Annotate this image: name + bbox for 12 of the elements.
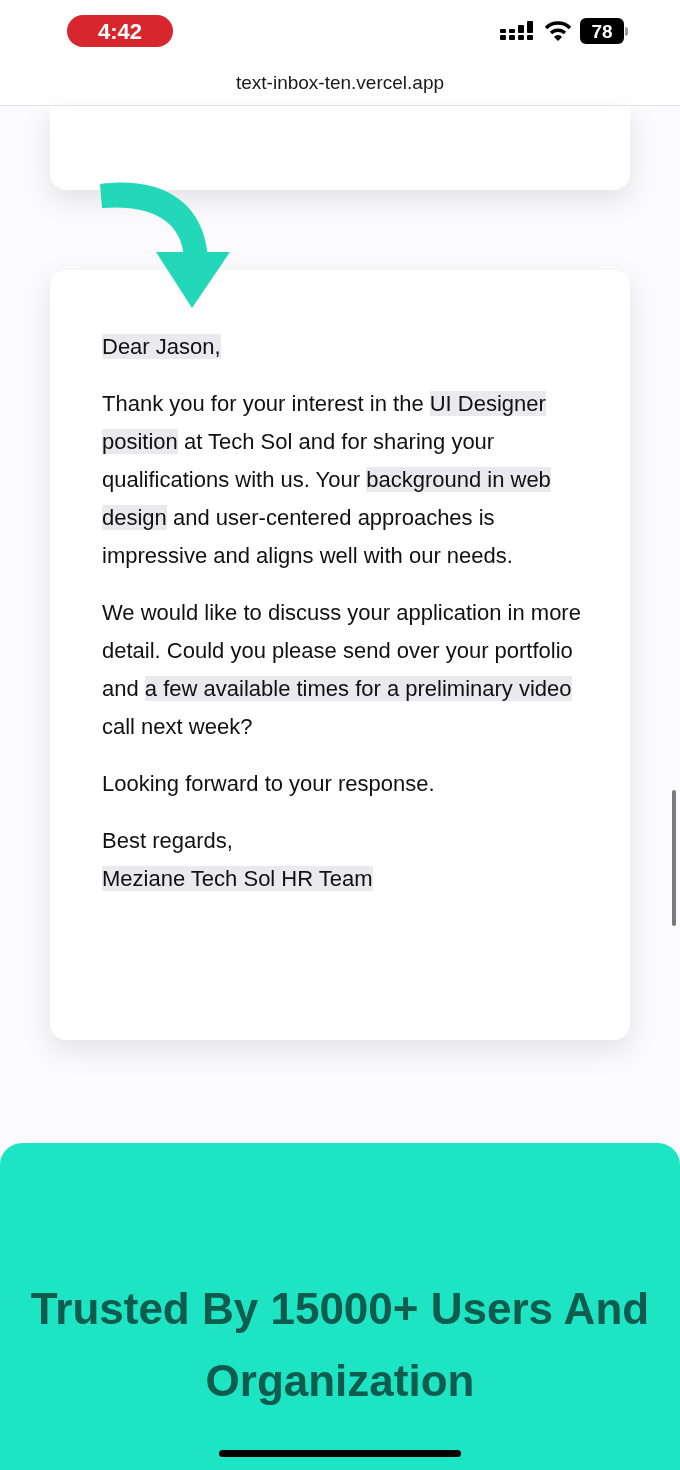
curved-arrow-icon: [100, 180, 232, 310]
letter-paragraph: Looking forward to your response.: [102, 770, 436, 798]
letter-paragraph: Best regards,: [102, 827, 234, 855]
wifi-icon: [544, 21, 572, 41]
letter-paragraph: Dear Jason,: [102, 333, 222, 361]
url-text[interactable]: text-inbox-ten.vercel.app: [235, 69, 445, 98]
status-time: 4:42: [67, 15, 173, 47]
letter-paragraph: Meziane Tech Sol HR Team: [102, 865, 374, 893]
signal-icon: [500, 21, 536, 41]
banner-heading: Trusted By 15000+ Users And Organization: [29, 1283, 651, 1407]
letter-paragraph: Thank you for your interest in the UI Designer position at Tech Sol and for sharing your qualifications with us. Your background in web design and user-centered approaches is impressive and aligns well with our needs.: [102, 390, 552, 570]
letter-paragraph: We would like to discuss your application in more detail. Could you please send over your portfolio and a few available times for a preliminary video call next week?: [102, 599, 582, 741]
